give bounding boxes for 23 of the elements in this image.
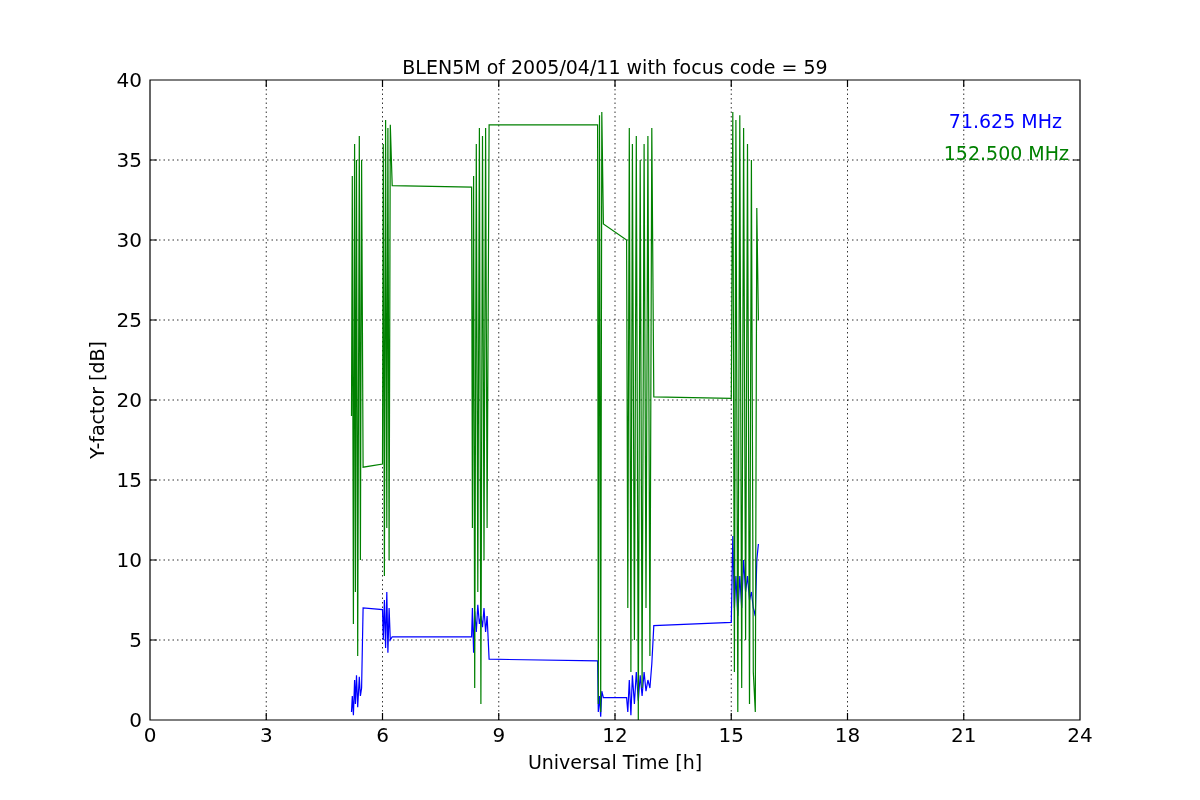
axis-label: Y-factor [dB]: [86, 341, 108, 459]
chart-title: BLEN5M of 2005/04/11 with focus code = 59: [402, 56, 828, 78]
tick-label: 0: [143, 723, 157, 747]
axis-label: Universal Time [h]: [527, 751, 703, 773]
tick-label: 3: [259, 723, 273, 747]
tick-label: 15: [116, 468, 142, 492]
tick-label: 40: [116, 68, 142, 92]
tick-label: 24: [1067, 723, 1093, 747]
tick-label: 30: [116, 228, 142, 252]
tick-label: 15: [718, 723, 744, 747]
tick-label: 5: [129, 628, 142, 652]
tick-label: 9: [492, 723, 506, 747]
tick-label: 12: [602, 723, 628, 747]
legend-label: 71.625 MHz: [948, 110, 1062, 132]
tick-label: 21: [951, 723, 977, 747]
tick-label: 6: [376, 723, 389, 747]
tick-label: 18: [834, 723, 861, 747]
legend-label: 152.500 MHz: [943, 142, 1069, 164]
tick-label: 35: [116, 148, 142, 172]
tick-label: 0: [129, 708, 142, 732]
tick-label: 25: [116, 308, 142, 332]
tick-label: 10: [116, 548, 142, 572]
tick-label: 20: [116, 388, 142, 412]
